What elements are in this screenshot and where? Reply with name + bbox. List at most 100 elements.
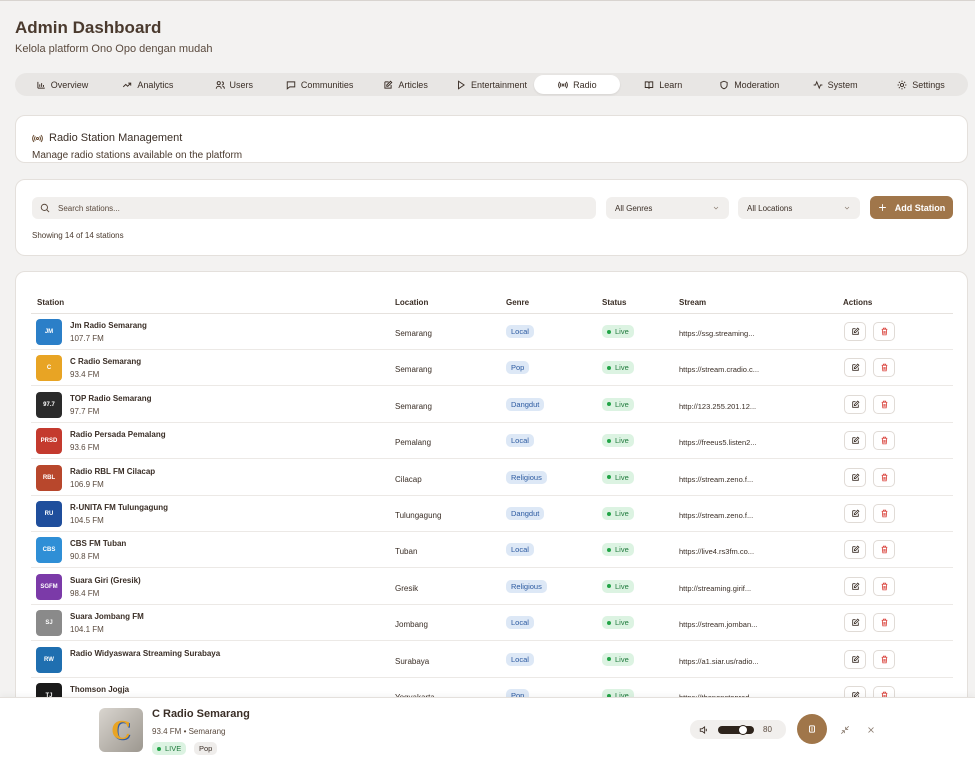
station-logo: RU [36,501,62,527]
delete-station-button[interactable] [873,431,895,451]
search-box[interactable] [32,197,596,219]
edit-station-button[interactable] [844,649,866,669]
genre-badge: Dangdut [506,507,545,520]
tab-entertainment[interactable]: Entertainment [449,75,535,94]
station-frequency: 93.4 FM [70,370,100,380]
radio-icon [558,81,569,88]
station-frequency: 90.8 FM [70,552,100,562]
tab-bar: Overview Analytics Users Communities Article… [15,73,968,96]
trash-icon [881,655,887,663]
tab-overview[interactable]: Overview [19,75,105,94]
volume-icon[interactable] [699,725,709,735]
delete-station-button[interactable] [873,540,895,560]
status-text: Live [615,327,629,336]
tab-communities[interactable]: Communities [277,75,363,94]
minimize-icon [840,725,850,735]
table-row: RBL Radio RBL FM Cilacap 106.9 FM Cilacap Re… [31,460,953,496]
volume-slider-knob[interactable] [737,724,748,735]
status-badge: Live [602,652,634,666]
message-square-icon [286,80,296,90]
tab-moderation[interactable]: Moderation [706,75,792,94]
tab-settings[interactable]: Settings [878,75,964,94]
tab-label: Learn [659,79,683,90]
edit-station-button[interactable] [844,394,866,414]
edit-station-button[interactable] [844,504,866,523]
status-badge: Live [602,361,634,375]
column-header-location: Location [395,298,429,307]
edit-station-button[interactable] [844,540,866,560]
activity-icon [813,80,822,89]
pause-icon [809,725,815,733]
tab-learn[interactable]: Learn [620,75,706,94]
delete-station-button[interactable] [873,649,895,669]
delete-station-button[interactable] [873,394,895,414]
close-icon [868,727,874,733]
genre-badge: Dangdut [506,397,545,411]
column-header-stream: Stream [679,298,707,307]
genre-badge: Pop [506,361,530,375]
station-frequency: 97.7 FM [70,406,100,416]
table-header: Station Location Genre Status Stream Act… [31,292,953,314]
location-select[interactable]: All Locations [738,197,860,219]
station-name: Jm Radio Semarang [70,321,147,330]
edit-station-button[interactable] [844,576,866,596]
station-name: Thomson Jogja [70,685,130,694]
delete-station-button[interactable] [873,358,895,378]
trash-icon [881,546,887,554]
delete-station-button[interactable] [873,576,895,596]
status-badge: Live [602,543,634,557]
tab-radio[interactable]: Radio [534,75,621,94]
delete-station-button[interactable] [873,504,895,523]
stream-url: http://streaming.girif... [679,583,752,593]
stream-url: https://ssg.streaming... [679,329,755,338]
add-station-button[interactable]: Add Station [870,196,953,219]
tab-articles[interactable]: Articles [363,75,449,94]
station-frequency: 107.7 FM [70,334,104,343]
tab-analytics[interactable]: Analytics [105,75,191,94]
tab-users[interactable]: Users [191,75,277,94]
station-location: Cilacap [395,474,422,484]
trash-icon [881,327,887,336]
close-player-button[interactable] [866,722,878,734]
location-select-value: All Locations [747,203,793,213]
genre-select[interactable]: All Genres [606,197,729,219]
status-text: Live [615,472,629,482]
status-badge: Live [602,579,634,593]
station-name: R-UNITA FM Tulungagung [70,503,169,512]
live-dot-icon [607,365,611,370]
pause-button[interactable] [797,714,827,744]
table-row: C C Radio Semarang 93.4 FM Semarang Pop Live h… [31,350,953,387]
stream-url: https://freeus5.listen2... [679,438,757,448]
edit-icon [851,582,859,590]
volume-slider[interactable] [718,724,754,735]
stream-url: http://123.255.201.12... [679,401,757,411]
delete-station-button[interactable] [873,467,895,487]
status-text: Live [615,581,629,591]
minimize-button[interactable] [840,722,852,735]
status-text: Live [615,363,629,373]
edit-icon [851,509,859,517]
tab-system[interactable]: System [792,75,878,94]
edit-station-button[interactable] [844,467,866,487]
player-station-logo: C [99,708,143,752]
stations-table-card: Station Location Genre Status Stream Act… [15,271,968,711]
station-location: Pemalang [395,438,432,448]
status-badge: Live [602,507,634,520]
delete-station-button[interactable] [873,322,895,341]
status-text: Live [615,436,629,446]
search-input[interactable] [58,203,558,213]
genre-badge: Religious [506,470,547,484]
results-count: Showing 14 of 14 stations [32,231,124,240]
column-header-station: Station [37,298,65,307]
genre-badge: Local [506,652,534,666]
station-logo-text: PRSD [40,438,58,445]
delete-station-button[interactable] [873,613,895,633]
volume-control[interactable]: 80 [690,720,786,739]
edit-station-button[interactable] [844,613,866,633]
tab-label: Communities [300,79,354,90]
edit-station-button[interactable] [844,431,866,451]
edit-station-button[interactable] [844,358,866,378]
edit-station-button[interactable] [844,322,866,341]
station-location: Surabaya [395,656,430,666]
tab-label: Entertainment [470,79,527,90]
